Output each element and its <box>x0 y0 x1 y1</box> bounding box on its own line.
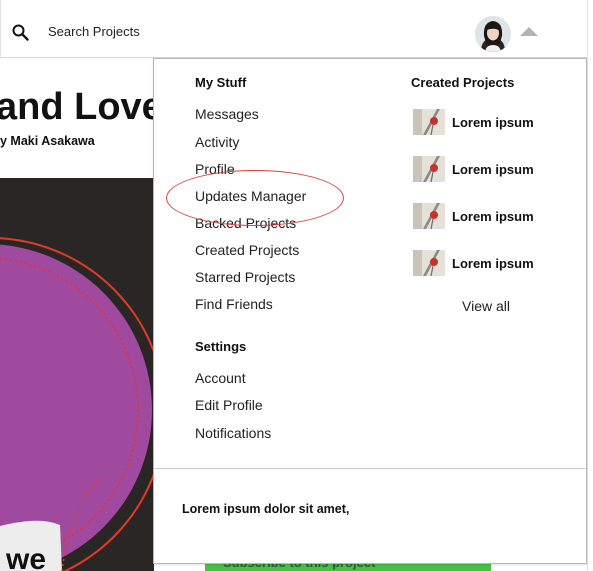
menu-item-messages[interactable]: Messages <box>195 106 259 122</box>
menu-divider <box>154 468 586 469</box>
created-project-item[interactable]: Lorem ipsum <box>413 250 583 278</box>
menu-item-activity[interactable]: Activity <box>195 134 239 150</box>
menu-item-account[interactable]: Account <box>195 370 246 386</box>
page-right-edge <box>587 0 593 571</box>
project-hero-image: we <box>0 178 154 571</box>
menu-item-updates-manager[interactable]: Updates Manager <box>195 188 306 204</box>
project-thumbnail <box>413 250 445 276</box>
avatar[interactable] <box>475 16 511 52</box>
created-project-name: Lorem ipsum <box>452 209 534 224</box>
menu-item-created-projects[interactable]: Created Projects <box>195 242 299 258</box>
created-project-name: Lorem ipsum <box>452 256 534 271</box>
menu-item-find-friends[interactable]: Find Friends <box>195 296 273 312</box>
top-bar: Search Projects <box>0 0 593 58</box>
created-project-name: Lorem ipsum <box>452 115 534 130</box>
account-menu-toggle-icon[interactable] <box>520 27 538 36</box>
project-thumbnail <box>413 203 445 229</box>
menu-item-profile[interactable]: Profile <box>195 161 235 177</box>
project-thumbnail <box>413 156 445 182</box>
badge-text: we <box>5 543 46 571</box>
created-project-item[interactable]: Lorem ipsum <box>413 156 583 184</box>
created-project-item[interactable]: Lorem ipsum <box>413 203 583 231</box>
project-byline: y Maki Asakawa <box>0 134 95 148</box>
search-icon[interactable] <box>12 24 29 41</box>
created-projects-heading: Created Projects <box>411 75 515 90</box>
project-thumbnail <box>413 109 445 135</box>
view-all-link[interactable]: View all <box>462 298 510 314</box>
menu-footer-text: Lorem ipsum dolor sit amet, <box>182 502 350 516</box>
account-dropdown-menu: My Stuff Messages Activity Profile Updat… <box>153 58 587 564</box>
page-edge <box>0 0 1 58</box>
avatar-image <box>475 16 511 52</box>
menu-item-edit-profile[interactable]: Edit Profile <box>195 397 263 413</box>
menu-item-starred-projects[interactable]: Starred Projects <box>195 269 295 285</box>
created-project-item[interactable]: Lorem ipsum <box>413 109 583 137</box>
settings-heading: Settings <box>195 339 247 354</box>
created-project-name: Lorem ipsum <box>452 162 534 177</box>
menu-item-notifications[interactable]: Notifications <box>195 425 271 441</box>
my-stuff-heading: My Stuff <box>195 75 247 90</box>
menu-item-backed-projects[interactable]: Backed Projects <box>195 215 296 231</box>
search-input[interactable]: Search Projects <box>48 24 140 39</box>
project-title: and Love <box>0 86 163 128</box>
